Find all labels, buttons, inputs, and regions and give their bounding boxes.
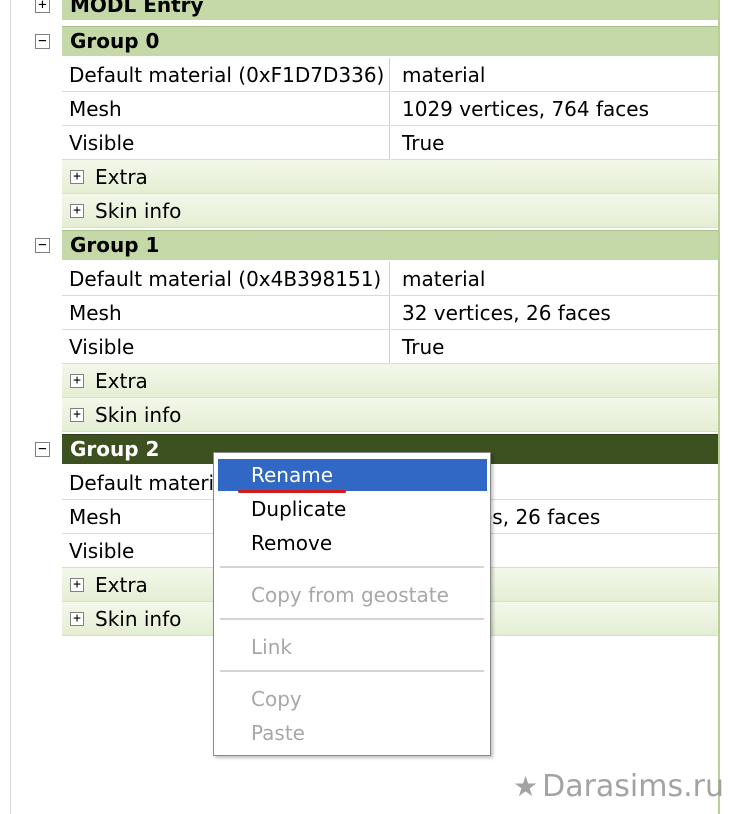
group-label: Group 1 (70, 233, 160, 257)
property-key[interactable]: Default material (0x4B398151) (62, 262, 390, 296)
subnode-row[interactable]: + Extra (0, 364, 738, 398)
modl-entry-header[interactable]: MODL Entry (62, 0, 718, 20)
subnode-row[interactable]: + Skin info (0, 194, 738, 228)
watermark: ★ Darasims.ru (513, 766, 724, 806)
subnode-bar[interactable] (62, 160, 718, 194)
expand-icon[interactable]: + (70, 204, 84, 218)
group-header[interactable]: Group 0 (62, 26, 718, 56)
expand-icon[interactable]: + (70, 170, 84, 184)
property-key[interactable]: Default material (0xF1D7D336) (62, 58, 390, 92)
group-header-row[interactable]: − Group 0 (0, 24, 738, 58)
context-menu: Rename Duplicate Remove Copy from geosta… (213, 452, 491, 756)
collapse-icon[interactable]: − (35, 238, 50, 253)
subnode-bar[interactable] (62, 364, 718, 398)
menu-item-link[interactable]: Link (218, 631, 487, 663)
menu-item-paste[interactable]: Paste (218, 717, 487, 749)
group-label: Group 2 (70, 437, 160, 461)
subnode-label: Skin info (95, 199, 182, 223)
collapse-icon[interactable]: − (35, 442, 50, 457)
menu-separator (220, 566, 484, 569)
subnode-row[interactable]: + Skin info (0, 398, 738, 432)
subnode-label: Skin info (95, 607, 182, 631)
star-icon: ★ (512, 769, 539, 803)
property-key[interactable]: Mesh (62, 296, 390, 330)
expand-icon[interactable]: + (70, 374, 84, 388)
expand-icon[interactable]: + (70, 408, 84, 422)
menu-item-copy-from-geostate[interactable]: Copy from geostate (218, 579, 487, 611)
collapse-icon[interactable]: − (35, 34, 50, 49)
subnode-row[interactable]: + Extra (0, 160, 738, 194)
watermark-text: Darasims.ru (542, 768, 724, 804)
expand-icon[interactable]: + (70, 612, 84, 626)
subnode-label: Extra (95, 165, 148, 189)
expand-icon[interactable]: + (70, 578, 84, 592)
group-header[interactable]: Group 1 (62, 230, 718, 260)
property-value[interactable]: 1029 vertices, 764 faces (391, 92, 718, 126)
subnode-label: Extra (95, 573, 148, 597)
group-label: Group 0 (70, 29, 160, 53)
property-value[interactable]: es, 26 faces (480, 500, 718, 534)
property-key[interactable]: Mesh (62, 92, 390, 126)
menu-item-duplicate[interactable]: Duplicate (218, 493, 487, 525)
subnode-label: Skin info (95, 403, 182, 427)
subnode-label: Extra (95, 369, 148, 393)
property-value[interactable]: material (391, 262, 718, 296)
property-key[interactable]: Visible (62, 126, 390, 160)
property-row[interactable]: Visible True (0, 126, 738, 160)
group-header-row[interactable]: − Group 1 (0, 228, 738, 262)
property-row[interactable]: Visible True (0, 330, 738, 364)
menu-item-remove[interactable]: Remove (218, 527, 487, 559)
property-key[interactable]: Visible (62, 330, 390, 364)
property-value[interactable]: True (391, 126, 718, 160)
menu-item-copy[interactable]: Copy (218, 683, 487, 715)
modl-entry-row[interactable]: + MODL Entry (0, 0, 738, 22)
property-row[interactable]: Mesh 1029 vertices, 764 faces (0, 92, 738, 126)
modl-entry-label: MODL Entry (70, 0, 204, 17)
property-value[interactable]: material (391, 58, 718, 92)
menu-item-rename[interactable]: Rename (218, 459, 487, 491)
property-row[interactable]: Default material (0x4B398151) material (0, 262, 738, 296)
property-row[interactable]: Default material (0xF1D7D336) material (0, 58, 738, 92)
menu-separator (220, 670, 484, 673)
property-value[interactable]: 32 vertices, 26 faces (391, 296, 718, 330)
menu-separator (220, 618, 484, 621)
property-row[interactable]: Mesh 32 vertices, 26 faces (0, 296, 738, 330)
expand-icon[interactable]: + (35, 0, 50, 13)
property-value[interactable]: True (391, 330, 718, 364)
